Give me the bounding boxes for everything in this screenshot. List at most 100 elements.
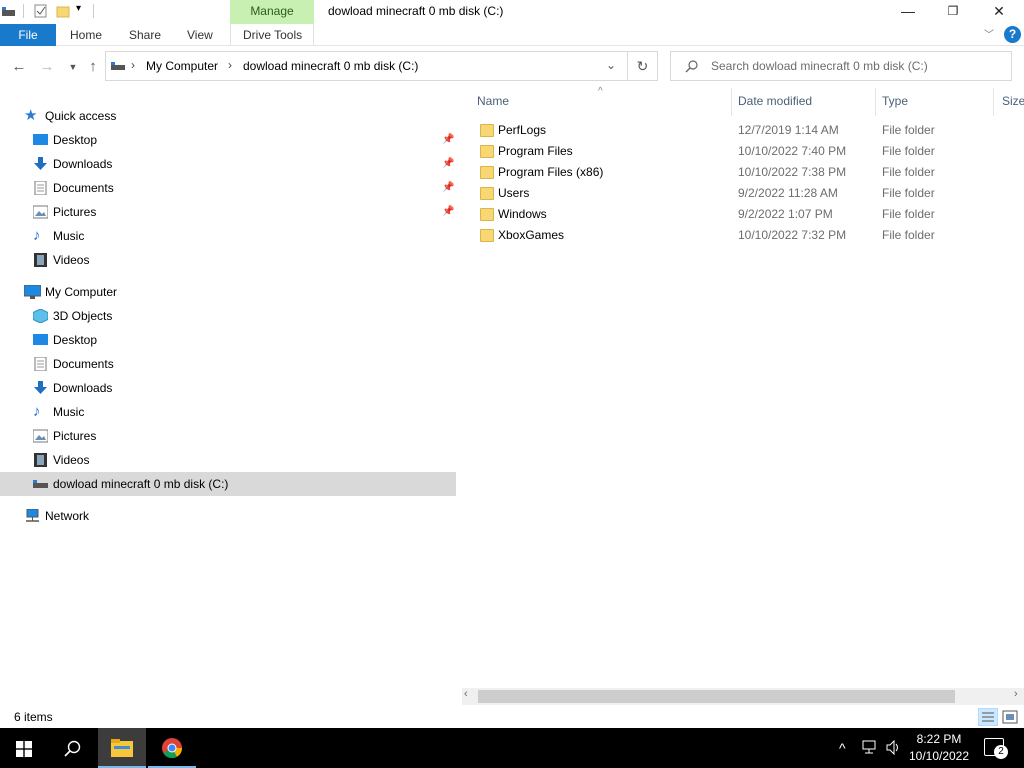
address-bar[interactable]: › My Computer › dowload minecraft 0 mb d… bbox=[105, 51, 628, 81]
folder-icon bbox=[480, 187, 494, 200]
show-hidden-icons-icon[interactable]: ^ bbox=[839, 740, 846, 756]
taskbar-file-explorer[interactable] bbox=[98, 728, 146, 768]
nav-item-downloads[interactable]: Downloads bbox=[0, 376, 456, 400]
notification-center-icon[interactable]: 2 bbox=[984, 738, 1008, 759]
recent-locations-button[interactable]: ▼ bbox=[62, 56, 84, 78]
nav-item-3d-objects[interactable]: 3D Objects bbox=[0, 304, 456, 328]
scroll-right-icon[interactable]: › bbox=[1014, 688, 1018, 700]
breadcrumb-drive[interactable]: dowload minecraft 0 mb disk (C:) bbox=[243, 59, 418, 73]
nav-label: dowload minecraft 0 mb disk (C:) bbox=[53, 477, 229, 491]
windows-start-icon[interactable] bbox=[16, 741, 32, 757]
tab-drive-tools[interactable]: Drive Tools bbox=[243, 24, 302, 46]
tab-file[interactable]: File bbox=[0, 24, 56, 46]
details-view-icon[interactable] bbox=[978, 708, 998, 726]
notification-badge: 2 bbox=[994, 745, 1008, 759]
tab-home[interactable]: Home bbox=[70, 24, 102, 46]
restore-button[interactable]: ❐ bbox=[930, 0, 976, 22]
breadcrumb-my-computer[interactable]: My Computer bbox=[146, 59, 218, 73]
nav-item-pictures[interactable]: Pictures 📌 bbox=[0, 200, 456, 224]
back-button[interactable]: ← bbox=[8, 56, 30, 78]
nav-item-pictures[interactable]: Pictures bbox=[0, 424, 456, 448]
nav-item-desktop[interactable]: Desktop 📌 bbox=[0, 128, 456, 152]
column-header-name[interactable]: Name bbox=[477, 94, 509, 114]
app-icon[interactable] bbox=[2, 4, 16, 18]
pin-icon[interactable]: 📌 bbox=[442, 200, 454, 224]
column-header-size[interactable]: Size bbox=[1002, 94, 1024, 114]
nav-label: Documents bbox=[53, 181, 114, 195]
horizontal-scrollbar[interactable]: ‹ › bbox=[462, 688, 1024, 705]
large-icons-view-icon[interactable] bbox=[1002, 710, 1018, 724]
nav-item-documents[interactable]: Documents bbox=[0, 352, 456, 376]
folder-icon bbox=[480, 208, 494, 221]
tab-manage[interactable]: Manage bbox=[230, 0, 314, 24]
nav-network[interactable]: Network bbox=[0, 504, 456, 528]
nav-item-desktop[interactable]: Desktop bbox=[0, 328, 456, 352]
forward-button[interactable]: → bbox=[36, 56, 58, 78]
nav-item-music[interactable]: ♪ Music bbox=[0, 400, 456, 424]
nav-quick-access[interactable]: ★ Quick access bbox=[0, 104, 456, 128]
column-header-type[interactable]: Type bbox=[882, 94, 908, 114]
nav-item-documents[interactable]: Documents 📌 bbox=[0, 176, 456, 200]
pin-icon[interactable]: 📌 bbox=[442, 176, 454, 200]
nav-item-videos[interactable]: Videos bbox=[0, 448, 456, 472]
refresh-button[interactable]: ↻ bbox=[628, 51, 658, 81]
expand-ribbon-icon[interactable]: ﹀ bbox=[984, 26, 994, 41]
customize-quick-access-icon[interactable]: ▾ bbox=[76, 3, 81, 14]
search-input[interactable] bbox=[711, 52, 1001, 80]
taskbar-chrome[interactable] bbox=[148, 728, 196, 768]
nav-item-downloads[interactable]: Downloads 📌 bbox=[0, 152, 456, 176]
nav-item-videos[interactable]: Videos bbox=[0, 248, 456, 272]
chevron-down-icon: ▼ bbox=[68, 62, 78, 72]
search-box[interactable] bbox=[670, 51, 1012, 81]
minimize-button[interactable]: — bbox=[885, 0, 931, 22]
clock[interactable]: 8:22 PM 10/10/2022 bbox=[904, 731, 974, 765]
file-type: File folder bbox=[882, 123, 935, 137]
network-tray-icon[interactable] bbox=[862, 740, 880, 755]
network-icon bbox=[26, 509, 39, 522]
folder-icon bbox=[480, 124, 494, 137]
help-icon[interactable]: ? bbox=[1004, 26, 1021, 43]
breadcrumb-chevron-icon[interactable]: › bbox=[228, 58, 232, 72]
file-row[interactable]: Users 9/2/2022 11:28 AM File folder bbox=[474, 183, 1014, 204]
volume-icon[interactable] bbox=[886, 740, 902, 755]
nav-item-music[interactable]: ♪ Music bbox=[0, 224, 456, 248]
search-icon[interactable] bbox=[64, 740, 81, 757]
ribbon: File Home Share View Drive Tools ﹀ ? bbox=[0, 24, 1024, 46]
column-header-date-modified[interactable]: Date modified bbox=[738, 94, 812, 114]
tab-share[interactable]: Share bbox=[129, 24, 161, 46]
nav-item-drive-c[interactable]: dowload minecraft 0 mb disk (C:) bbox=[0, 472, 456, 496]
file-row[interactable]: XboxGames 10/10/2022 7:32 PM File folder bbox=[474, 225, 1014, 246]
nav-label: Music bbox=[53, 405, 85, 419]
nav-label: Videos bbox=[53, 453, 90, 467]
nav-label: Pictures bbox=[53, 429, 97, 443]
file-row[interactable]: PerfLogs 12/7/2019 1:14 AM File folder bbox=[474, 120, 1014, 141]
folder-icon bbox=[480, 145, 494, 158]
back-arrow-icon: ← bbox=[11, 58, 27, 75]
address-history-dropdown[interactable]: ⌄ bbox=[606, 58, 616, 72]
pictures-icon bbox=[33, 429, 48, 443]
file-row[interactable]: Program Files 10/10/2022 7:40 PM File fo… bbox=[474, 141, 1014, 162]
new-folder-icon[interactable] bbox=[56, 4, 70, 18]
file-row[interactable]: Windows 9/2/2022 1:07 PM File folder bbox=[474, 204, 1014, 225]
column-divider[interactable] bbox=[993, 88, 994, 116]
column-divider[interactable] bbox=[731, 88, 732, 116]
tab-view[interactable]: View bbox=[187, 24, 213, 46]
pin-icon[interactable]: 📌 bbox=[442, 152, 454, 176]
nav-label: Desktop bbox=[53, 133, 98, 147]
column-divider[interactable] bbox=[875, 88, 876, 116]
up-arrow-icon: ↑ bbox=[89, 58, 97, 75]
close-button[interactable]: ✕ bbox=[976, 0, 1022, 22]
scrollbar-thumb[interactable] bbox=[478, 690, 955, 703]
nav-my-computer[interactable]: My Computer bbox=[0, 280, 456, 304]
pin-icon[interactable]: 📌 bbox=[442, 128, 454, 152]
file-row[interactable]: Program Files (x86) 10/10/2022 7:38 PM F… bbox=[474, 162, 1014, 183]
nav-label: Network bbox=[45, 509, 90, 523]
file-name: Windows bbox=[498, 207, 547, 221]
navigation-pane: ★ Quick access Desktop 📌 Downloads 📌 Doc… bbox=[0, 104, 456, 704]
item-count: 6 items bbox=[14, 710, 53, 724]
up-button[interactable]: ↑ bbox=[82, 56, 104, 78]
breadcrumb-chevron-icon[interactable]: › bbox=[131, 58, 135, 72]
properties-icon[interactable] bbox=[34, 4, 48, 18]
scroll-left-icon[interactable]: ‹ bbox=[464, 688, 468, 700]
file-type: File folder bbox=[882, 207, 935, 221]
